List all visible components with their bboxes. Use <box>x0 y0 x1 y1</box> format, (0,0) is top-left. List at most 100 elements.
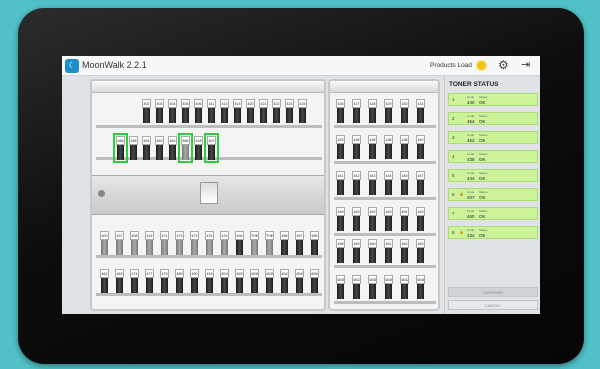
toner-status-row[interactable]: 5 Code 444 Status OK <box>448 169 538 182</box>
toner-slot[interactable]: 493 <box>205 269 214 293</box>
toner-slot[interactable]: 463 <box>416 239 425 263</box>
toner-slot[interactable]: 426 <box>336 99 345 123</box>
toner-slot[interactable]: 4037 <box>352 275 361 299</box>
toner-slot[interactable]: 414 <box>145 231 154 255</box>
toner-slot[interactable]: 402 <box>142 99 151 123</box>
toner-slot[interactable]: 462 <box>400 239 409 263</box>
toner-slot[interactable]: 479 <box>160 269 169 293</box>
toner-slot[interactable]: 421 <box>259 99 268 123</box>
toner-status-row[interactable]: 7 Code 460 Status OK <box>448 207 538 220</box>
toner-status-row[interactable]: 2 Code 454 Status OK <box>448 112 538 125</box>
toner-slot[interactable]: THEB <box>250 231 259 255</box>
toner-slot[interactable]: 428 <box>368 99 377 123</box>
toner-slot[interactable]: 452 <box>368 207 377 231</box>
toner-slot[interactable]: 411 <box>207 99 216 123</box>
toner-slot-label: 457 <box>295 231 304 240</box>
toner-slot[interactable]: 441 <box>336 171 345 195</box>
toner-slot[interactable]: 457 <box>295 231 304 255</box>
toner-status-row[interactable]: 1 Code 440 Status OK <box>448 93 538 106</box>
toner-slot[interactable]: THEB <box>265 231 274 255</box>
toner-slot[interactable]: 473 <box>175 231 184 255</box>
toner-slot[interactable]: 440 <box>416 135 425 159</box>
toner-slot[interactable]: 466 <box>178 133 193 163</box>
toner-slot[interactable]: 138 <box>400 135 409 159</box>
toner-slot[interactable]: 423 <box>285 99 294 123</box>
toner-slot[interactable]: 471 <box>160 231 169 255</box>
toner-slot[interactable]: 4048 <box>416 275 425 299</box>
toner-status-row[interactable]: 8 Code 434 Status OK 🔒 <box>448 226 538 239</box>
toner-slot[interactable]: 418 <box>194 136 203 160</box>
toner-slot[interactable]: 437 <box>115 231 124 255</box>
toner-slot[interactable]: 407 <box>204 133 219 163</box>
toner-slot[interactable]: 400 <box>100 231 109 255</box>
toner-slot[interactable]: 448 <box>336 207 345 231</box>
toner-slot[interactable]: 431 <box>416 99 425 123</box>
toner-slot[interactable]: 476 <box>220 231 229 255</box>
toner-slot[interactable]: 425 <box>298 99 307 123</box>
toner-slot[interactable]: 403 <box>155 99 164 123</box>
toner-slot[interactable]: 4042 <box>400 275 409 299</box>
toner-slot[interactable]: 415 <box>233 99 242 123</box>
toner-slot[interactable]: 406 <box>194 99 203 123</box>
toner-status-row[interactable]: 6 Code 407 Status OK 🔒 <box>448 188 538 201</box>
toner-slot[interactable]: 443 <box>368 171 377 195</box>
toner-slot[interactable]: 462 <box>100 269 109 293</box>
toner-slot[interactable]: 4036 <box>336 275 345 299</box>
cancel-button[interactable]: CANCEL <box>448 300 538 310</box>
toner-slot[interactable]: 463 <box>155 136 164 160</box>
toner-slot[interactable]: 429 <box>384 99 393 123</box>
toner-slot[interactable]: 4040 <box>384 275 393 299</box>
logout-icon[interactable]: ⇥ <box>521 58 530 72</box>
toner-slot[interactable]: 460 <box>368 239 377 263</box>
toner-slot[interactable]: 489 <box>175 269 184 293</box>
toner-slot[interactable]: 4033 <box>235 269 244 293</box>
toner-slot[interactable]: 448 <box>129 136 138 160</box>
toner-slot[interactable]: 435 <box>352 135 361 159</box>
toner-slot[interactable]: 4054 <box>310 269 319 293</box>
gear-icon[interactable]: ⚙ <box>498 58 509 72</box>
toner-slot[interactable]: 474 <box>130 269 139 293</box>
toner-slot[interactable]: 4041 <box>280 269 289 293</box>
toner-slot[interactable]: 4036 <box>250 269 259 293</box>
toner-slot[interactable]: 444 <box>168 136 177 160</box>
toner-status-row[interactable]: 4 Code 438 Status OK <box>448 150 538 163</box>
toner-slot[interactable]: 405 <box>181 99 190 123</box>
toner-slot[interactable]: 422 <box>272 99 281 123</box>
toner-slot[interactable]: 454 <box>142 136 151 160</box>
toner-slot[interactable]: 494 <box>235 231 244 255</box>
toner-slot[interactable]: 430 <box>400 99 409 123</box>
toner-slot[interactable]: 461 <box>384 239 393 263</box>
toner-slot[interactable]: 444 <box>384 171 393 195</box>
toner-slot[interactable]: 454 <box>400 207 409 231</box>
toner-slot[interactable]: 413 <box>220 99 229 123</box>
toner-slot[interactable]: 468 <box>113 133 128 163</box>
toner-slot[interactable]: 4010 <box>220 269 229 293</box>
toner-slot[interactable]: 447 <box>416 171 425 195</box>
toner-slot[interactable]: 445 <box>400 171 409 195</box>
toner-slot[interactable]: 472 <box>190 231 199 255</box>
toner-slot[interactable]: 4049 <box>295 269 304 293</box>
toner-status-row[interactable]: 3 Code 462 Status OK <box>448 131 538 144</box>
toner-slot[interactable]: 404 <box>168 99 177 123</box>
toner-slot[interactable]: 456 <box>280 231 289 255</box>
toner-slot[interactable]: 453 <box>416 207 425 231</box>
toner-slot[interactable]: 4035 <box>265 269 274 293</box>
toner-slot[interactable]: 435 <box>368 135 377 159</box>
toner-slot[interactable]: 453 <box>384 207 393 231</box>
toner-slot[interactable]: 427 <box>352 99 361 123</box>
toner-slot[interactable]: 433 <box>336 135 345 159</box>
toner-slot[interactable]: 459 <box>352 239 361 263</box>
toner-slot[interactable]: 463 <box>115 269 124 293</box>
toner-slot[interactable]: 458 <box>336 239 345 263</box>
dispense-button[interactable]: DISPENSE <box>448 287 538 297</box>
toner-slot[interactable]: 453 <box>352 207 361 231</box>
toner-slot[interactable]: 490 <box>190 269 199 293</box>
toner-slot[interactable]: 475 <box>205 231 214 255</box>
toner-slot[interactable]: 4038 <box>368 275 377 299</box>
toner-slot[interactable]: 495 <box>310 231 319 255</box>
toner-slot[interactable]: 420 <box>246 99 255 123</box>
toner-slot[interactable]: 442 <box>352 171 361 195</box>
toner-slot[interactable]: 477 <box>145 269 154 293</box>
toner-slot[interactable]: 408 <box>130 231 139 255</box>
toner-slot[interactable]: 136 <box>384 135 393 159</box>
